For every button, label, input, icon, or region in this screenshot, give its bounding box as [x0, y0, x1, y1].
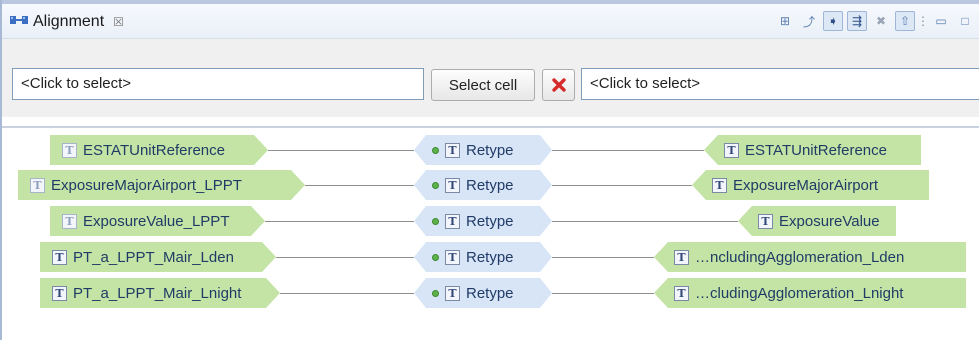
type-icon: T — [674, 249, 689, 265]
type-icon: T — [30, 178, 45, 193]
function-node[interactable]: T Retype — [414, 135, 552, 165]
filter-icon[interactable]: ⇶ — [847, 11, 867, 31]
source-node-label: PT_a_LPPT_Mair_Lden — [73, 248, 234, 266]
connection-line — [276, 257, 414, 258]
connection-line — [552, 221, 738, 222]
type-icon: T — [758, 213, 773, 229]
type-icon: T — [712, 177, 727, 193]
up-icon[interactable]: ⇧ — [895, 11, 915, 31]
target-node-label: …ncludingAgglomeration_Lden — [695, 248, 905, 266]
type-icon: T — [445, 143, 460, 158]
view-toolbar: ⊞ ⤴ ➧ ⇶ ✖ ⇧ ⋮ ▭ □ — [775, 9, 979, 33]
view-tab-bar: Alignment ☒ ⊞ ⤴ ➧ ⇶ ✖ ⇧ ⋮ ▭ □ — [2, 4, 979, 39]
connection-line — [552, 150, 704, 151]
connection-line — [552, 185, 692, 186]
target-node[interactable]: T …cludingAgglomeration_Lnight — [654, 278, 966, 308]
type-icon: T — [445, 286, 460, 301]
status-dot-icon — [432, 147, 439, 154]
source-node[interactable]: T ExposureMajorAirport_LPPT — [18, 170, 305, 200]
status-dot-icon — [432, 182, 439, 189]
clear-selection-button[interactable] — [542, 69, 575, 101]
select-cell-button[interactable]: Select cell — [431, 69, 535, 101]
alignment-tab[interactable]: Alignment ☒ — [10, 13, 124, 31]
type-icon: T — [445, 250, 460, 265]
type-icon: T — [62, 143, 77, 158]
connection-line — [268, 150, 414, 151]
function-node[interactable]: T Retype — [414, 170, 552, 200]
function-node-label: Retype — [466, 248, 514, 266]
export-icon[interactable]: ⤴ — [799, 11, 819, 31]
type-icon: T — [724, 142, 739, 158]
source-node[interactable]: T PT_a_LPPT_Mair_Lden — [40, 242, 276, 272]
target-node-label: ESTATUnitReference — [745, 141, 887, 159]
target-node[interactable]: T ESTATUnitReference — [704, 135, 921, 165]
maximize-icon[interactable]: □ — [955, 11, 975, 31]
type-icon: T — [445, 214, 460, 229]
source-node-label: ESTATUnitReference — [83, 141, 225, 159]
alignment-icon — [10, 13, 28, 31]
status-dot-icon — [432, 290, 439, 297]
target-node-label: ExposureMajorAirport — [733, 176, 879, 194]
cell-selector-row: <Click to select> Select cell <Click to … — [2, 39, 979, 117]
target-node[interactable]: T ExposureMajorAirport — [692, 170, 929, 200]
status-dot-icon — [432, 254, 439, 261]
function-node[interactable]: T Retype — [414, 242, 552, 272]
function-node[interactable]: T Retype — [414, 278, 552, 308]
minimize-icon[interactable]: ▭ — [931, 11, 951, 31]
view-menu-icon[interactable]: ⋮ — [917, 11, 929, 31]
type-icon: T — [674, 285, 689, 301]
connection-line — [552, 257, 654, 258]
hierarchy-layout-icon[interactable]: ⊞ — [775, 11, 795, 31]
function-node[interactable]: T Retype — [414, 206, 552, 236]
source-select-field[interactable]: <Click to select> — [12, 68, 424, 100]
alignment-graph: T ESTATUnitReference T Retype T ESTATUnitRefe… — [0, 128, 979, 340]
status-dot-icon — [432, 218, 439, 225]
type-icon: T — [445, 178, 460, 193]
target-node[interactable]: T ExposureValue — [738, 206, 896, 236]
source-node-label: ExposureValue_LPPT — [83, 212, 230, 230]
source-node[interactable]: T ExposureValue_LPPT — [50, 206, 265, 236]
source-node-label: ExposureMajorAirport_LPPT — [51, 176, 242, 194]
target-select-field[interactable]: <Click to select> — [581, 68, 979, 100]
type-icon: T — [62, 214, 77, 229]
connection-line — [265, 221, 414, 222]
connection-line — [280, 293, 414, 294]
type-icon: T — [52, 286, 67, 301]
source-node-label: PT_a_LPPT_Mair_Lnight — [73, 284, 242, 302]
function-node-label: Retype — [466, 284, 514, 302]
source-node[interactable]: T PT_a_LPPT_Mair_Lnight — [40, 278, 280, 308]
delete-icon — [551, 78, 566, 92]
target-node[interactable]: T …ncludingAgglomeration_Lden — [654, 242, 966, 272]
function-node-label: Retype — [466, 176, 514, 194]
function-node-label: Retype — [466, 141, 514, 159]
delete-cell-icon[interactable]: ✖ — [871, 11, 891, 31]
type-icon: T — [52, 250, 67, 265]
connection-line — [552, 293, 654, 294]
source-node[interactable]: T ESTATUnitReference — [50, 135, 268, 165]
function-node-label: Retype — [466, 212, 514, 230]
connection-line — [305, 185, 414, 186]
next-cell-icon[interactable]: ➧ — [823, 11, 843, 31]
target-node-label: …cludingAgglomeration_Lnight — [695, 284, 904, 302]
tab-title: Alignment — [33, 13, 105, 30]
target-node-label: ExposureValue — [779, 212, 880, 230]
close-icon[interactable]: ☒ — [113, 15, 124, 29]
